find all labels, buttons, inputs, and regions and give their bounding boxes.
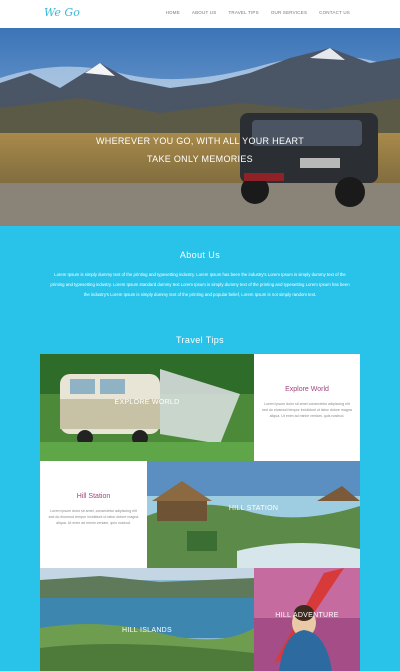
about-text: Lorem Ipsum is simply dummy text of the … [50, 272, 350, 297]
hill-station-image [147, 461, 360, 568]
card-explore-world: Explore World Lorem ipsum dolor sit amet… [254, 354, 360, 461]
hill-adventure-image [254, 568, 360, 671]
card-text-hill-station: Lorem ipsum dolor sit amet, consectetur … [48, 509, 139, 525]
nav-contact-us[interactable]: CONTACT US [319, 10, 350, 15]
nav-travel-tips[interactable]: TRAVEL TIPS [228, 10, 258, 15]
tile-label-explore-world: EXPLORE WORLD [114, 399, 180, 406]
site-header: We Go HOME ABOUT US TRAVEL TIPS OUR SERV… [0, 0, 400, 29]
tile-label-hill-islands: HILL ISLANDS [121, 627, 173, 634]
tile-label-hill-station: HILL STATION [228, 505, 279, 512]
hero-image [0, 28, 400, 226]
tile-label-hill-adventure: HILL ADVENTURE [275, 612, 339, 619]
site-logo[interactable]: We Go [44, 6, 80, 19]
explore-world-image [40, 354, 254, 461]
tile-hill-station-photo[interactable]: HILL STATION [147, 461, 360, 568]
card-title-explore-world: Explore World [285, 386, 329, 393]
hill-islands-image [40, 568, 254, 671]
tile-hill-islands-photo[interactable]: HILL ISLANDS [40, 568, 254, 671]
nav-home[interactable]: HOME [166, 10, 180, 15]
about-title: About Us [179, 250, 221, 260]
card-hill-station: Hill Station Lorem ipsum dolor sit amet,… [40, 461, 147, 568]
hero-heading-line1: WHEREVER YOU GO, WITH ALL YOUR HEART [95, 136, 304, 146]
hero-heading-line2: TAKE ONLY MEMORIES [147, 154, 253, 164]
travel-tips-title: Travel Tips [175, 335, 225, 345]
tile-explore-photo[interactable]: EXPLORE WORLD [40, 354, 254, 461]
nav-our-services[interactable]: OUR SERVICES [271, 10, 307, 15]
tile-hill-adventure-photo[interactable]: HILL ADVENTURE [254, 568, 360, 671]
main-nav: HOME ABOUT US TRAVEL TIPS OUR SERVICES C… [166, 10, 350, 15]
nav-about-us[interactable]: ABOUT US [192, 10, 217, 15]
hero-banner: WHEREVER YOU GO, WITH ALL YOUR HEART TAK… [0, 28, 400, 226]
travel-tips-grid: EXPLORE WORLD Explore World Lorem ipsum … [40, 354, 360, 671]
card-text-explore-world: Lorem ipsum dolor sit amet consectetur a… [262, 402, 352, 418]
card-title-hill-station: Hill Station [76, 493, 111, 500]
